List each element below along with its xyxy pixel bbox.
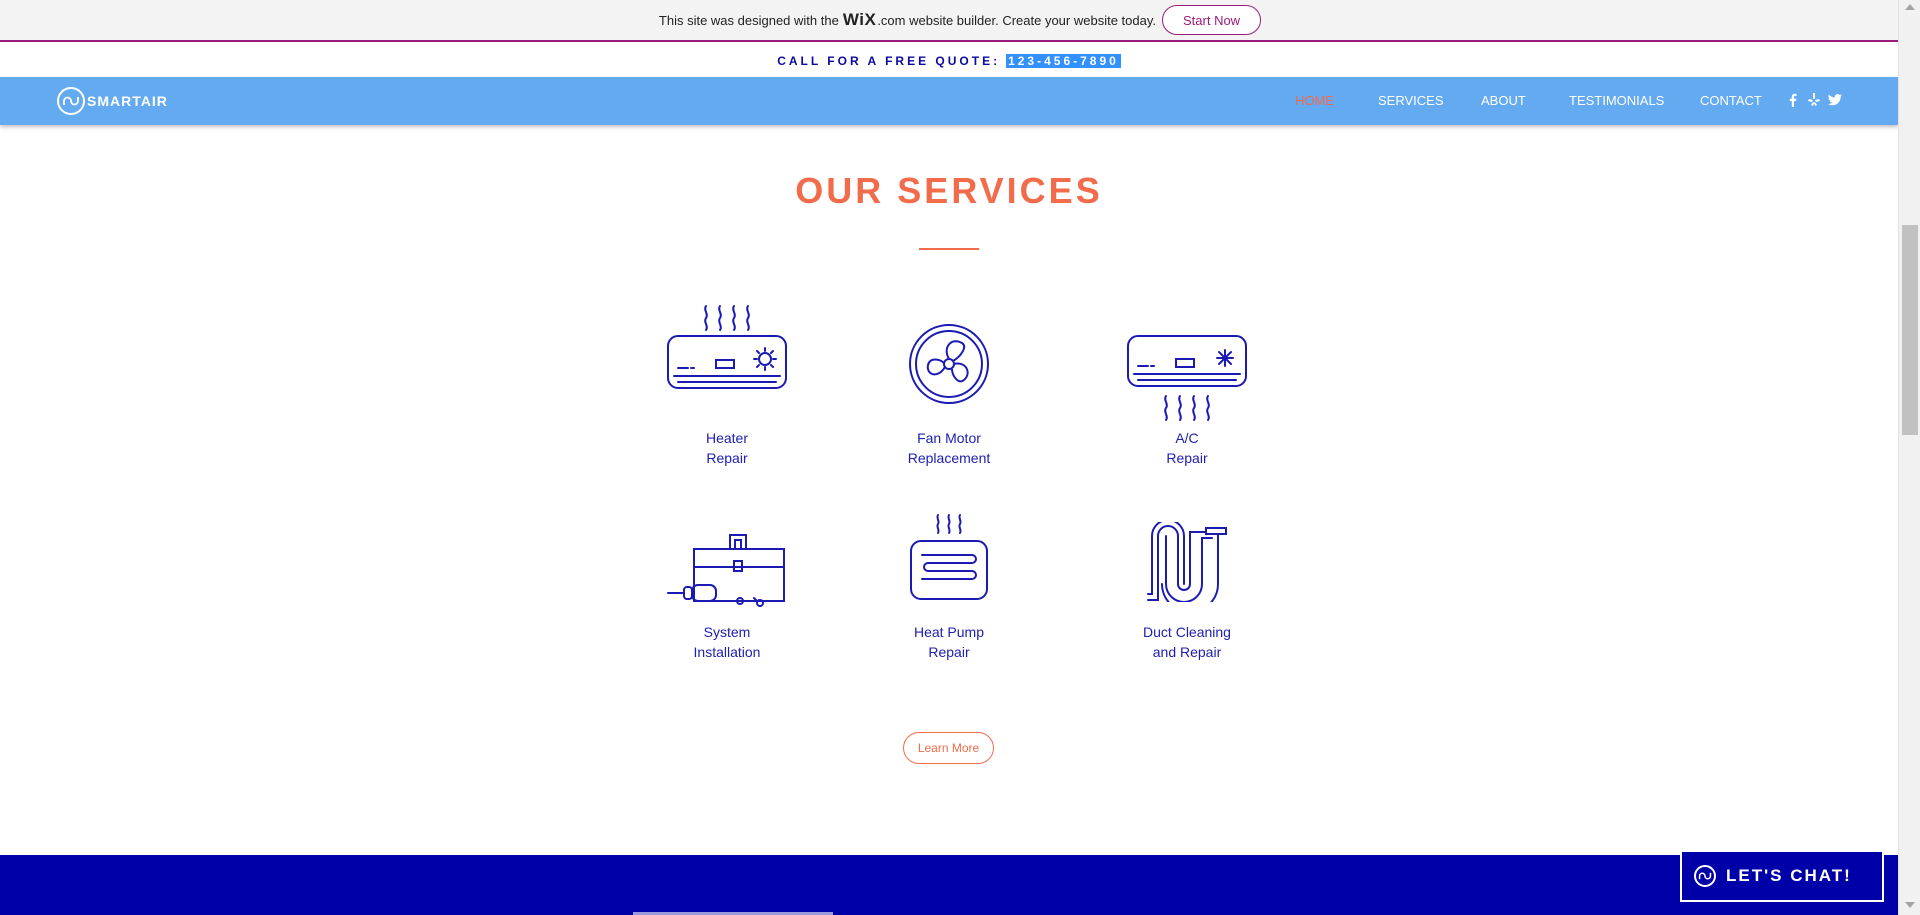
service-duct-cleaning[interactable]: Duct Cleaning and Repair: [1087, 522, 1287, 678]
service-system-installation[interactable]: System Installation: [627, 528, 827, 678]
chat-button[interactable]: LET'S CHAT!: [1682, 852, 1882, 900]
navbar: SMARTAIR HOME SERVICES ABOUT TESTIMONIAL…: [0, 77, 1898, 125]
service-fan-motor-replacement[interactable]: Fan Motor Replacement: [849, 300, 1049, 470]
nav-home[interactable]: HOME: [1295, 93, 1334, 108]
nav-contact[interactable]: CONTACT: [1700, 93, 1762, 108]
wix-logo: WiX: [842, 10, 877, 29]
service-label-line1: Fan Motor: [917, 430, 981, 446]
facebook-icon[interactable]: [1785, 91, 1801, 109]
wix-banner: This site was designed with the WiX .com…: [0, 0, 1920, 42]
service-heat-pump-repair[interactable]: Heat Pump Repair: [849, 513, 1049, 678]
wix-banner-text-before: This site was designed with the: [658, 12, 839, 28]
chat-icon: [1694, 865, 1716, 887]
heater-icon: [627, 300, 827, 392]
service-label-line1: Duct Cleaning: [1143, 624, 1231, 640]
logo-text: SMARTAIR: [87, 93, 168, 109]
yelp-icon[interactable]: [1806, 91, 1822, 109]
scrollbar[interactable]: [1898, 0, 1920, 915]
service-label-line2: Installation: [693, 644, 761, 660]
learn-more-button[interactable]: Learn More: [903, 732, 994, 764]
service-label-line2: Replacement: [907, 450, 991, 466]
fan-icon: [849, 323, 1049, 405]
logo-icon: [57, 87, 85, 115]
footer-band: [0, 855, 1898, 915]
page: This site was designed with the WiX .com…: [0, 0, 1920, 915]
twitter-icon[interactable]: [1827, 91, 1843, 109]
service-label-line1: System: [703, 624, 751, 640]
quote-label: CALL FOR A FREE QUOTE:: [777, 53, 1001, 68]
service-heater-repair[interactable]: Heater Repair: [627, 300, 827, 470]
heat-pump-icon: [849, 513, 1049, 601]
ac-icon: [1087, 334, 1287, 424]
service-ac-repair[interactable]: A/C Repair: [1087, 300, 1287, 470]
service-label-line1: Heat Pump: [913, 624, 985, 640]
duct-icon: [1087, 522, 1287, 602]
wix-banner-text-after: .com website builder. Create your websit…: [877, 12, 1156, 28]
service-label-line2: Repair: [928, 644, 970, 660]
service-label-line2: Repair: [706, 450, 748, 466]
service-label-line2: and Repair: [1152, 644, 1222, 660]
service-label-line2: Repair: [1166, 450, 1208, 466]
scroll-down-arrow-icon[interactable]: [1905, 902, 1915, 908]
scroll-thumb[interactable]: [1902, 225, 1918, 435]
services-title: OUR SERVICES: [795, 170, 1103, 211]
toolbox-icon: [627, 533, 827, 609]
chat-label: LET'S CHAT!: [1726, 866, 1852, 885]
nav-about[interactable]: ABOUT: [1481, 93, 1526, 108]
start-now-button[interactable]: Start Now: [1162, 5, 1262, 35]
quote-bar: CALL FOR A FREE QUOTE: 123-456-7890: [0, 44, 1898, 77]
title-underline: [919, 248, 979, 250]
service-label-line1: Heater: [705, 430, 749, 446]
service-label-line1: A/C: [1175, 430, 1199, 446]
quote-phone[interactable]: 123-456-7890: [1006, 53, 1121, 68]
nav-services[interactable]: SERVICES: [1378, 93, 1444, 108]
scroll-up-arrow-icon[interactable]: [1905, 4, 1915, 10]
site-logo[interactable]: SMARTAIR: [57, 87, 168, 115]
nav-testimonials[interactable]: TESTIMONIALS: [1569, 93, 1664, 108]
